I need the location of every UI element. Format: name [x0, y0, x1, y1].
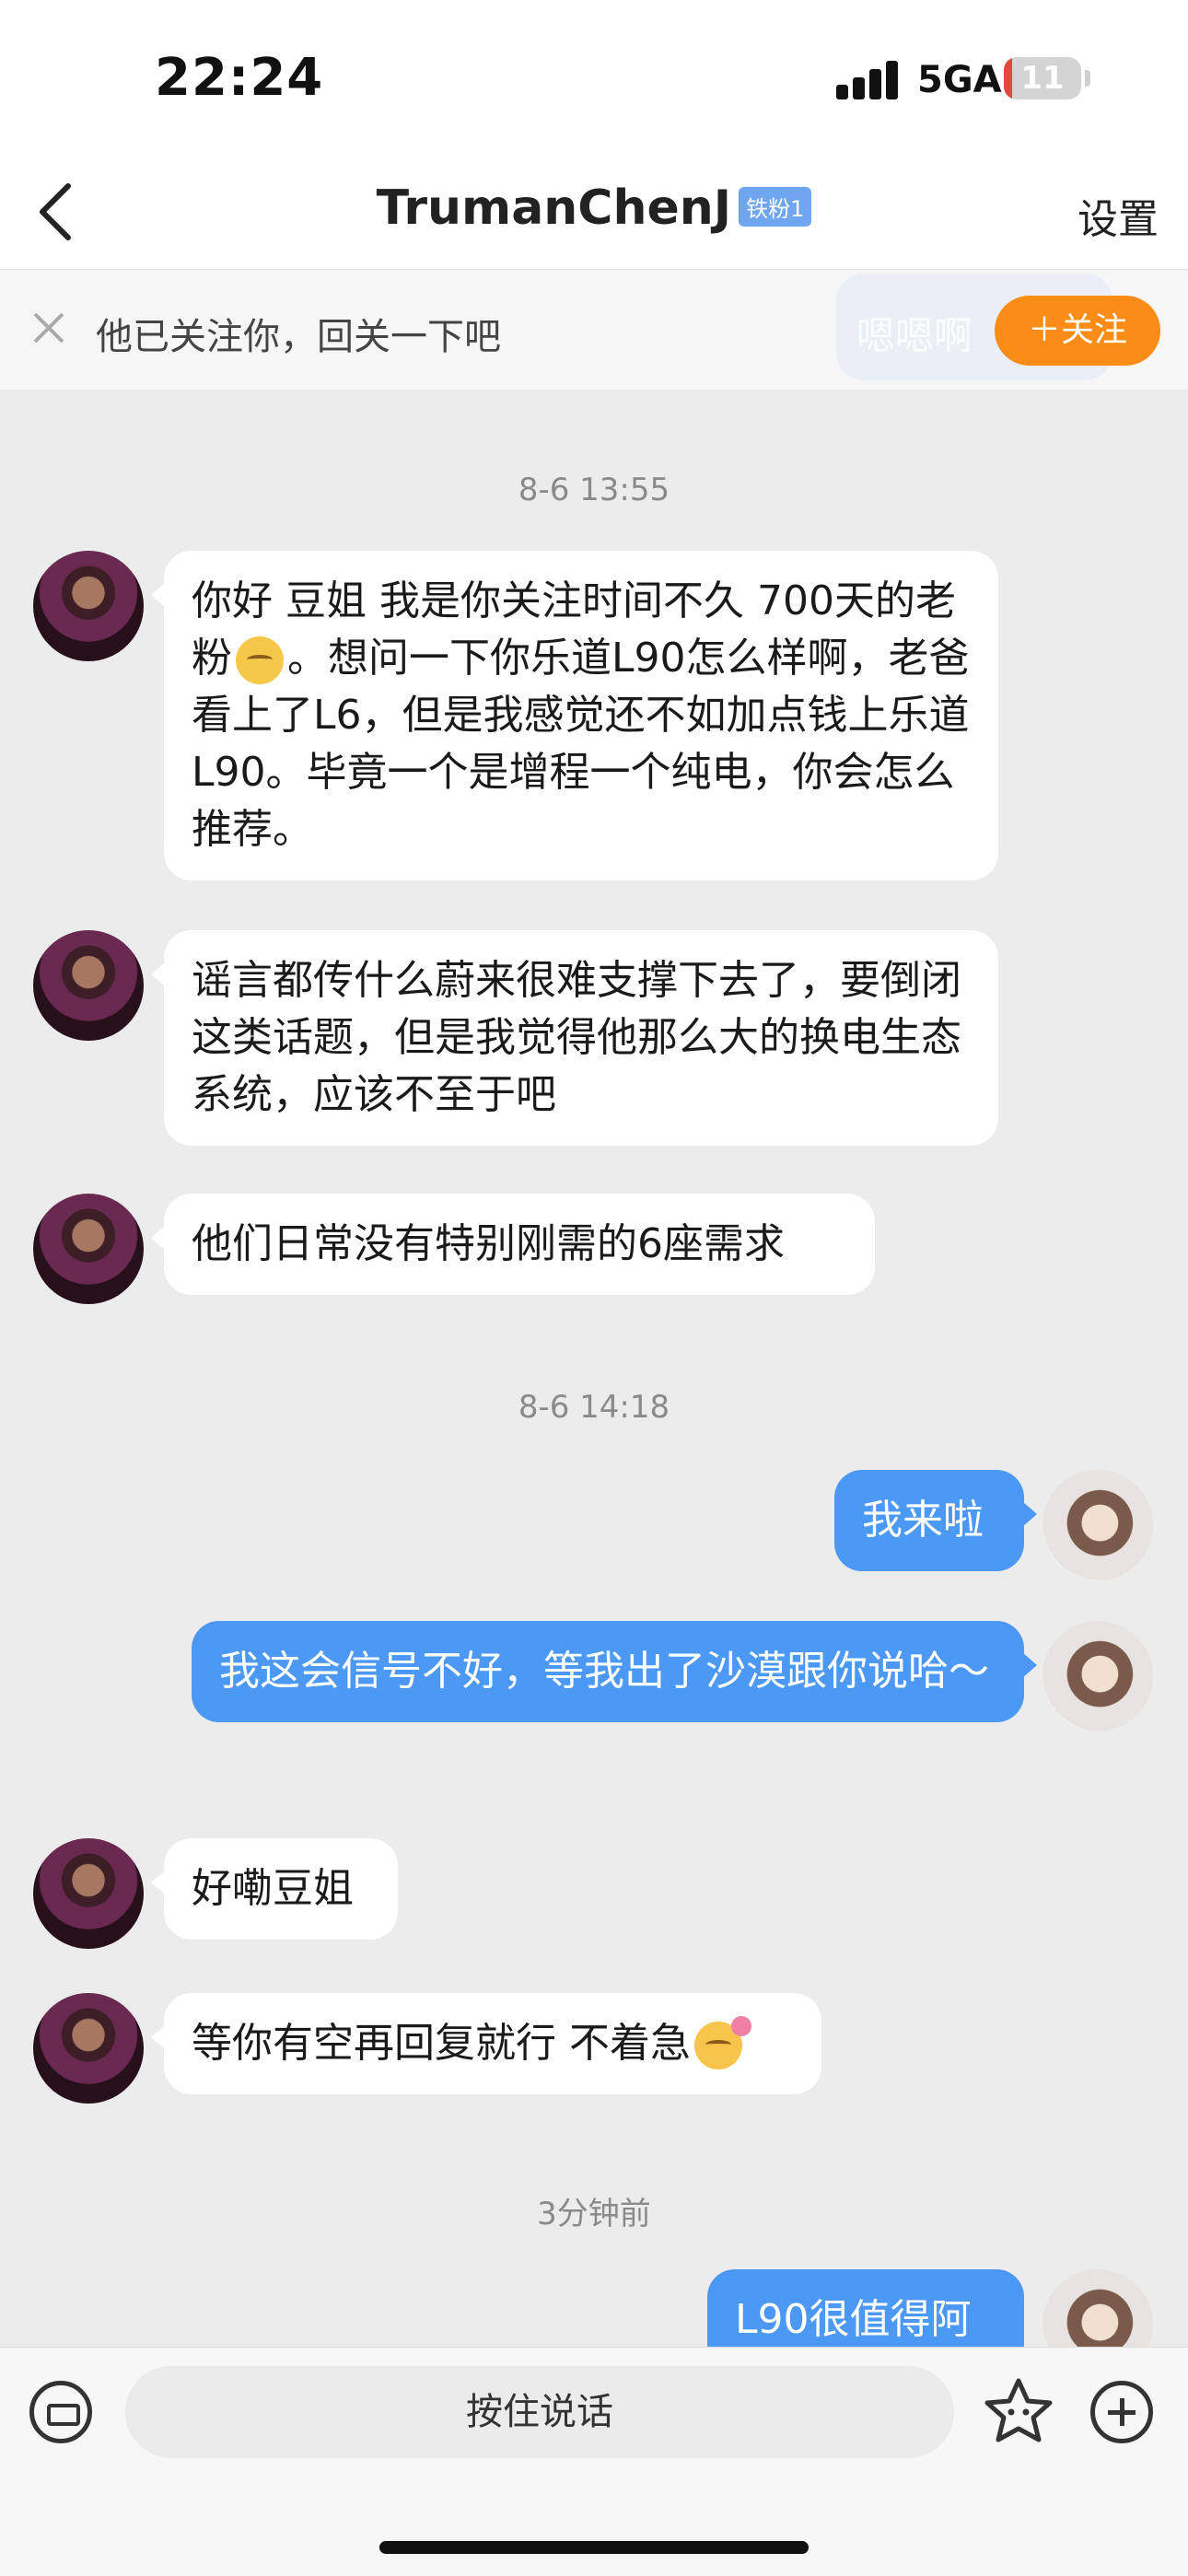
- incoming-message: 他们日常没有特别刚需的6座需求: [151, 1194, 875, 1295]
- message-text: 他们日常没有特别刚需的6座需求: [192, 1220, 785, 1267]
- emoji-icon[interactable]: [982, 2375, 1055, 2449]
- chat-title[interactable]: TrumanChenJ: [377, 181, 732, 236]
- home-indicator: [379, 2541, 809, 2554]
- avatar[interactable]: [33, 1194, 144, 1304]
- outgoing-message: 我这会信号不好，等我出了沙漠跟你说哈～: [192, 1621, 1037, 1722]
- message-text: 。想问一下你乐道L90怎么样啊，老爸看上了L6，但是我感觉还不如加点钱上乐道L9…: [192, 635, 970, 853]
- incoming-message: 谣言都传什么蔚来很难支撑下去了，要倒闭这类话题，但是我觉得他那么大的换电生态系统…: [151, 930, 998, 1146]
- status-time: 22:24: [155, 48, 324, 108]
- signal-icon: [836, 59, 901, 99]
- follow-button[interactable]: ＋关注: [995, 296, 1160, 366]
- nav-bar: TrumanChenJ 铁粉1 设置: [0, 157, 1188, 270]
- network-type: 5GA: [917, 59, 1002, 101]
- message-text: 我这会信号不好，等我出了沙漠跟你说哈～: [219, 1648, 989, 1695]
- input-bar: 按住说话: [0, 2347, 1188, 2576]
- title-area: TrumanChenJ 铁粉1: [0, 181, 1188, 236]
- follow-prompt-text: 他已关注你，回关一下吧: [96, 316, 501, 358]
- thinking-emoji-icon: [236, 636, 284, 684]
- floating-bubble-text: 嗯嗯啊: [856, 313, 973, 358]
- avatar[interactable]: [33, 551, 144, 661]
- message-text: 我来啦: [862, 1497, 984, 1544]
- keyboard-icon[interactable]: [29, 2381, 92, 2443]
- avatar[interactable]: [33, 1838, 144, 1949]
- incoming-message: 好嘞豆姐: [151, 1838, 398, 1940]
- outgoing-message: 我来啦: [834, 1470, 1037, 1571]
- incoming-message: 等你有空再回复就行 不着急: [151, 1993, 821, 2094]
- battery-tip: [1085, 70, 1090, 87]
- hold-to-talk-button[interactable]: 按住说话: [125, 2366, 954, 2458]
- message-text: 好嘞豆姐: [192, 1865, 354, 1912]
- avatar[interactable]: [1042, 1621, 1153, 1731]
- message-text: 谣言都传什么蔚来很难支撑下去了，要倒闭这类话题，但是我觉得他那么大的换电生态系统…: [192, 957, 961, 1118]
- outgoing-message: L90很值得阿: [707, 2269, 1024, 2347]
- battery-level: 11: [1020, 60, 1065, 97]
- plus-icon[interactable]: [1090, 2381, 1153, 2443]
- status-bar: 22:24 5GA 11: [0, 0, 1188, 157]
- message-text: L90很值得阿: [735, 2296, 972, 2343]
- settings-button[interactable]: 设置: [1077, 186, 1159, 245]
- avatar[interactable]: [33, 930, 144, 1041]
- follow-prompt-bar: 他已关注你，回关一下吧 嗯嗯啊 ＋关注: [0, 270, 1188, 390]
- avatar[interactable]: [33, 1993, 144, 2104]
- battery-icon: 11: [1004, 57, 1081, 99]
- avatar[interactable]: [1042, 1470, 1153, 1580]
- flower-emoji-icon: [694, 2016, 751, 2069]
- close-icon[interactable]: [28, 307, 70, 349]
- fan-badge: 铁粉1: [739, 186, 812, 227]
- incoming-message: 你好 豆姐 我是你关注时间不久 700天的老粉 。想问一下你乐道L90怎么样啊，老…: [151, 551, 998, 880]
- timestamp: 8-6 14:18: [518, 1389, 670, 1426]
- timestamp: 3分钟前: [537, 2196, 651, 2232]
- message-text: 等你有空再回复就行 不着急: [192, 2020, 691, 2067]
- timestamp: 8-6 13:55: [518, 472, 670, 508]
